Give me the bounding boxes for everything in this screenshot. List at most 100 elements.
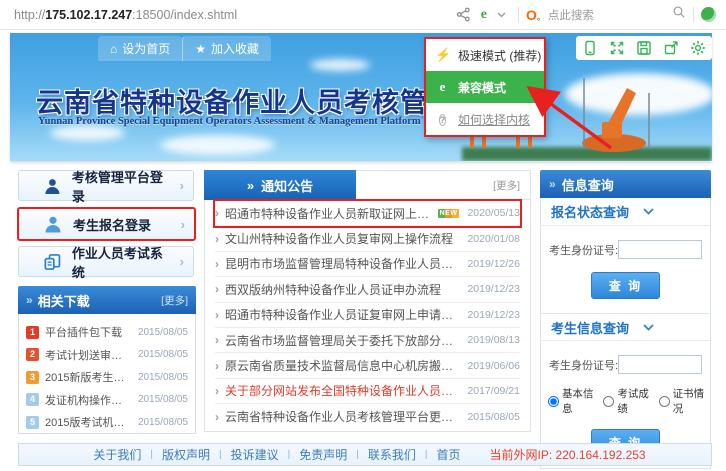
browser-search-input[interactable]: O 。 点此搜索 [526,5,686,24]
download-date: 2015/08/05 [138,417,188,428]
notice-link[interactable]: 西双版纳州特种设备作业人员证申办流程 [225,281,441,298]
download-date: 2015/08/05 [138,372,188,383]
notice-link[interactable]: 关于部分网站发布全国特种设备作业人员不实信息... [225,382,459,399]
download-item[interactable]: 5 2015版考试机构操... 2015/08/05 [26,411,188,434]
add-favorite-link[interactable]: ★加入收藏 [182,36,271,61]
info-query-panel: » 信息查询 报名状态查询 考生身份证号: 查 询 考生信息查询 考生身份证号:… [540,170,711,469]
sidebar-item-admin-login[interactable]: 考核管理平台登录 › [18,170,194,201]
cloud-decoration [50,125,125,141]
share-icon[interactable] [456,7,471,22]
notice-row[interactable]: 云南省市场监督管理局关于委托下放部分行政许可...2019/08/13 [215,328,520,353]
page-subtitle: Yunnan Province Special Equipment Operat… [38,116,421,127]
gear-icon[interactable] [690,40,706,56]
download-link[interactable]: 考试计划送审、审核 ... [45,347,132,363]
menu-item-compat-mode[interactable]: e 兼容模式 [426,71,544,103]
footer-link-copyright[interactable]: 版权声明 [162,446,210,463]
download-item[interactable]: 3 2015新版考生操作... 2015/08/05 [26,366,188,389]
notice-link[interactable]: 原云南省质量技术监督局信息中心机房搬迁公告 [225,357,459,374]
notice-row[interactable]: 昭通市特种设备作业人员证复审网上申请流程及相...2019/12/23 [215,303,520,328]
notice-link[interactable]: 昭通市特种设备作业人员新取证网上报名流程 [225,205,434,222]
notice-row[interactable]: 原云南省质量技术监督局信息中心机房搬迁公告2019/06/06 [215,353,520,378]
section-candidate-info[interactable]: 考生信息查询 [541,313,710,341]
radio-input[interactable] [603,396,614,407]
notice-date: 2017/09/21 [459,385,520,397]
radio-exam-score[interactable]: 考试成绩 [603,386,649,416]
notice-row[interactable]: 昆明市市场监督管理局特种设备作业人员复审流程...2019/12/26 [215,252,520,277]
download-link[interactable]: 平台插件包下载 [45,324,132,340]
download-link[interactable]: 发证机构操作手册 [45,392,132,408]
ie-e-icon: e [435,79,450,95]
section-title: 报名状态查询 [551,202,629,221]
cloud-decoration [310,59,370,71]
url-suffix: :18500/index.shtml [132,8,237,22]
header-quick-links: ⌂设为首页 ★加入收藏 [98,36,271,61]
mobile-qr-icon[interactable] [582,40,598,56]
id-number-input[interactable] [618,355,702,374]
search-engine-logo-dot: 。 [537,10,546,23]
share-export-icon[interactable] [663,40,679,56]
download-item[interactable]: 1平台插件包下载2015/08/05 [26,321,188,344]
speed-mode-label: 极速模式 (推荐) [458,47,541,64]
notice-row[interactable]: 云南省特种设备作业人员考核管理平台更新至20...2015/08/05 [215,404,520,429]
notice-row[interactable]: 昭通市特种设备作业人员新取证网上报名流程NEW2020/05/13 [215,201,520,226]
sidebar-item-exam-system[interactable]: 作业人员考试系统 › [18,246,194,277]
browser-mode-button[interactable]: e [481,7,487,23]
double-arrow-icon: » [247,178,254,193]
footer-link-contact[interactable]: 联系我们 [368,446,416,463]
notice-date: 2019/12/26 [459,258,520,270]
browser-address-bar[interactable]: http://175.102.17.247:18500/index.shtml … [0,0,726,30]
radio-basic-info[interactable]: 基本信息 [548,386,594,416]
notice-row[interactable]: 文山州特种设备作业人员复审网上操作流程2020/01/08 [215,226,520,251]
section-registration-status[interactable]: 报名状态查询 [541,198,710,226]
download-item[interactable]: 2考试计划送审、审核 ...2015/08/05 [26,344,188,367]
divider: | [150,449,153,460]
set-homepage-label: 设为首页 [122,40,170,57]
downloads-title: 相关下载 [38,291,90,310]
footer-link-disclaimer[interactable]: 免责声明 [299,446,347,463]
chevron-down-icon[interactable] [497,12,506,18]
notice-date: 2019/06/06 [459,360,520,372]
browser-logo-icon[interactable] [701,7,716,22]
tab-notices[interactable]: » 通知公告 [204,170,356,200]
radio-input[interactable] [548,396,559,407]
id-number-input[interactable] [618,240,702,259]
search-icon[interactable] [672,5,686,24]
download-link[interactable]: 2015新版考生操作... [45,369,132,385]
rank-badge: 5 [26,416,39,429]
divider: | [288,449,291,460]
downloads-more-link[interactable]: [更多] [161,293,188,308]
footer-link-home[interactable]: 首页 [437,446,461,463]
set-homepage-link[interactable]: ⌂设为首页 [98,36,182,61]
radio-input[interactable] [659,396,670,407]
fullscreen-icon[interactable] [609,40,625,56]
notices-more-link[interactable]: [更多] [493,178,530,193]
download-link[interactable]: 2015版考试机构操... [45,414,132,430]
chevron-down-icon [643,208,654,215]
save-icon[interactable] [636,40,652,56]
notice-link[interactable]: 昭通市特种设备作业人员证复审网上申请流程及相... [225,306,459,323]
double-arrow-icon: » [26,293,33,307]
notice-row[interactable]: 西双版纳州特种设备作业人员证申办流程2019/12/23 [215,277,520,302]
query-type-radios: 基本信息 考试成绩 证书情况 [548,386,705,416]
download-date: 2015/08/05 [138,394,188,405]
notice-link[interactable]: 文山州特种设备作业人员复审网上操作流程 [225,230,453,247]
footer-link-about[interactable]: 关于我们 [93,446,141,463]
notice-link[interactable]: 云南省市场监督管理局关于委托下放部分行政许可... [225,332,459,349]
notice-link[interactable]: 云南省特种设备作业人员考核管理平台更新至20... [225,408,459,425]
radio-label: 基本信息 [562,386,594,416]
sidebar-item-candidate-login[interactable]: 考生报名登录 › [17,207,196,241]
notice-row[interactable]: 关于部分网站发布全国特种设备作业人员不实信息...2017/09/21 [215,379,520,404]
browser-mode-dropdown: ⚡ 极速模式 (推荐) e 兼容模式 ? 如何选择内核 [424,37,546,137]
url-text[interactable]: http://175.102.17.247:18500/index.shtml [14,8,237,22]
notice-link[interactable]: 昆明市市场监督管理局特种设备作业人员复审流程... [225,255,459,272]
download-item[interactable]: 4发证机构操作手册2015/08/05 [26,389,188,412]
url-prefix: http:// [14,8,45,22]
radio-certificate[interactable]: 证书情况 [659,386,705,416]
site-header-banner: ⌂设为首页 ★加入收藏 云南省特种设备作业人员考核管理平台 Yunnan Pro… [10,33,712,161]
menu-item-kernel-help[interactable]: ? 如何选择内核 [426,103,544,135]
footer-link-complaint[interactable]: 投诉建议 [231,446,279,463]
search-engine-logo: O [526,7,537,23]
menu-item-speed-mode[interactable]: ⚡ 极速模式 (推荐) [426,39,544,71]
query-button[interactable]: 查 询 [591,272,660,299]
rank-badge: 3 [26,371,39,384]
